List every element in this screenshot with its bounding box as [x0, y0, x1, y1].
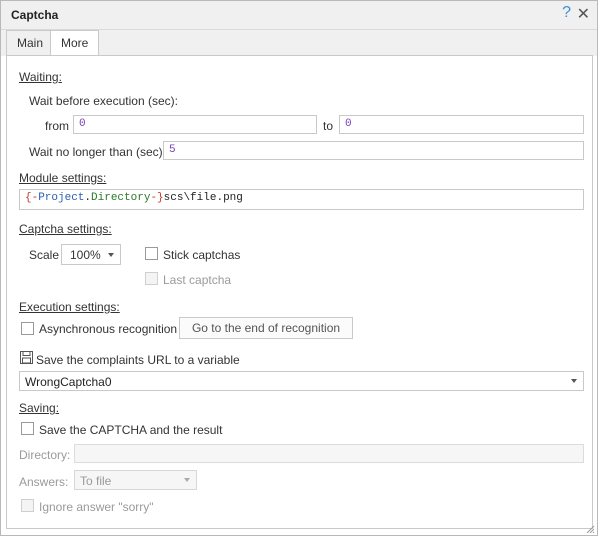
title-bar: Captcha ? ✕ [1, 1, 597, 30]
saving-header: Saving: [19, 401, 60, 415]
chevron-down-icon [108, 253, 114, 257]
last-captcha-label: Last captcha [163, 273, 232, 287]
stick-captchas-checkbox[interactable] [145, 247, 158, 260]
tab-bar: Main More [1, 30, 597, 57]
ignore-sorry-label: Ignore answer "sorry" [39, 500, 154, 514]
stick-captchas-label: Stick captchas [163, 248, 241, 262]
wait-no-longer-label: Wait no longer than (sec): [29, 145, 166, 159]
directory-label: Directory: [19, 448, 71, 462]
execution-header: Execution settings: [19, 300, 120, 314]
answers-dropdown[interactable]: To file [74, 470, 197, 490]
async-label: Asynchronous recognition [39, 322, 178, 336]
tab-more[interactable]: More [50, 30, 100, 57]
tab-main[interactable]: Main [6, 30, 55, 56]
module-header: Module settings: [19, 171, 107, 185]
module-path-input[interactable]: {-Project.Directory-}scs\file.png [19, 189, 584, 210]
last-captcha-checkbox[interactable] [145, 272, 158, 285]
to-label: to [323, 119, 334, 133]
variable-dropdown[interactable]: WrongCaptcha0 [19, 371, 584, 391]
save-captcha-checkbox[interactable] [21, 422, 34, 435]
save-captcha-label: Save the CAPTCHA and the result [39, 423, 223, 437]
captcha-dialog: Captcha ? ✕ Main More Waiting: Wait befo… [0, 0, 598, 536]
async-checkbox[interactable] [21, 322, 34, 335]
from-input[interactable]: 0 [73, 115, 317, 134]
chevron-down-icon [571, 379, 577, 383]
scale-dropdown[interactable]: 100% [61, 244, 121, 265]
resize-grip-icon[interactable] [585, 523, 595, 534]
question-icon[interactable]: ? [562, 4, 571, 22]
answers-label: Answers: [19, 475, 69, 489]
waiting-header: Waiting: [19, 70, 62, 84]
captcha-settings-header: Captcha settings: [19, 222, 112, 236]
save-complaints-label: Save the complaints URL to a variable [36, 353, 240, 367]
save-disk-icon[interactable] [20, 351, 33, 364]
from-label: from [45, 119, 69, 133]
directory-input[interactable] [74, 444, 584, 463]
to-input[interactable]: 0 [339, 115, 584, 134]
ignore-sorry-checkbox[interactable] [21, 499, 34, 512]
close-icon[interactable]: ✕ [577, 4, 590, 24]
goto-end-button[interactable]: Go to the end of recognition [179, 317, 353, 339]
scale-label: Scale [29, 248, 60, 262]
window-title: Captcha [11, 8, 59, 22]
more-panel: Waiting: Wait before execution (sec): fr… [6, 55, 593, 529]
chevron-down-icon [184, 478, 190, 482]
wait-no-longer-input[interactable]: 5 [163, 141, 584, 160]
wait-before-label: Wait before execution (sec): [29, 94, 178, 108]
